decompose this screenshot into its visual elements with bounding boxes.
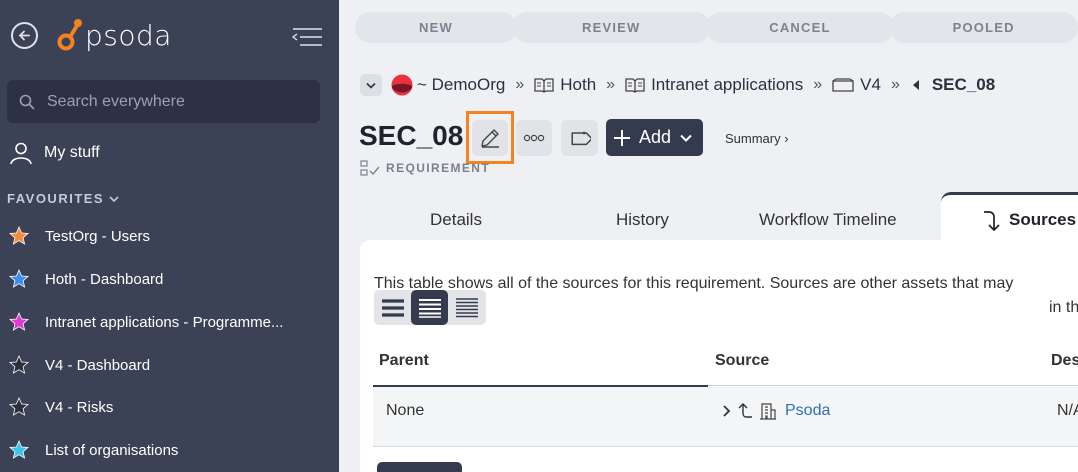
star-icon [9,355,29,374]
tab-workflow-timeline[interactable]: Workflow Timeline [759,210,897,230]
star-icon [9,440,29,459]
chevron-down-icon [366,82,376,89]
stage-new[interactable]: NEW [355,12,517,43]
book-icon [534,78,554,93]
favourite-item[interactable]: V4 - Risks [9,397,309,417]
column-header-description[interactable]: Des [1051,352,1078,370]
breadcrumb-separator: » [606,76,616,93]
tag-icon [570,131,591,146]
tab-details[interactable]: Details [430,210,482,230]
density-normal-button[interactable] [411,290,448,325]
search-icon [19,94,35,110]
favourite-item[interactable]: TestOrg - Users [9,226,309,246]
star-icon [9,226,29,245]
add-button[interactable]: Add [606,119,703,156]
favourites-label: FAVOURITES [7,191,105,206]
breadcrumb-separator: » [515,76,525,93]
favourite-label: List of organisations [45,441,179,459]
breadcrumb-org[interactable]: ~ DemoOrg [417,75,505,95]
building-icon [760,403,776,420]
favourite-item[interactable]: Hoth - Dashboard [9,269,309,289]
more-dots-icon [523,134,545,142]
psoda-logo-mark [57,16,83,54]
type-label-text: REQUIREMENT [386,161,491,175]
rows-compact-icon [455,297,478,317]
requirement-icon [360,160,380,176]
sources-icon [984,211,1000,231]
chevron-down-icon [109,195,119,202]
column-header-source[interactable]: Source [715,352,769,370]
favourite-label: Hoth - Dashboard [45,270,164,288]
add-button-label: Add [639,127,672,147]
org-avatar-icon [391,74,413,96]
collapse-menu-icon[interactable] [291,26,324,48]
favourite-label: V4 - Dashboard [45,356,151,374]
panel-description-cont: in th [1049,299,1078,316]
source-link[interactable]: Psoda [785,402,830,420]
back-button[interactable] [11,22,38,49]
favourite-item[interactable]: V4 - Dashboard [9,355,309,375]
tag-button[interactable] [561,120,598,156]
density-comfortable-button[interactable] [374,290,411,325]
summary-link[interactable]: Summary › [725,131,789,146]
more-options-button[interactable] [516,120,552,156]
breadcrumb: ~ DemoOrg » Hoth » Intranet applications… [360,72,995,98]
table-action-button[interactable] [377,462,462,472]
user-icon [10,142,32,165]
page-title: SEC_08 [359,120,464,151]
breadcrumb-item-v4[interactable]: V4 [860,75,881,95]
sources-panel: This table shows all of the sources for … [360,240,1078,472]
favourites-header[interactable]: FAVOURITES [7,191,119,206]
breadcrumb-separator: » [890,76,900,93]
arrow-left-icon [18,30,30,41]
star-icon [9,312,29,331]
star-icon [9,397,29,416]
rows-normal-icon [418,298,441,318]
search-placeholder: Search everywhere [47,92,185,110]
breadcrumb-dropdown[interactable] [360,74,382,96]
sidebar: psoda Search everywhere My stuff FAVOURI… [0,0,339,472]
favourite-item[interactable]: Intranet applications - Programme... [9,312,309,332]
type-label: REQUIREMENT [360,160,490,176]
density-compact-button[interactable] [448,290,485,325]
edit-button[interactable] [472,119,508,156]
tab-history[interactable]: History [616,210,669,230]
tab-sources[interactable]: Sources [941,192,1078,244]
favourite-item[interactable]: List of organisations [9,440,309,460]
rows-wide-icon [381,298,404,317]
logo-text: psoda [85,18,172,52]
workflow-stages: NEW REVIEW CANCEL POOLED [355,12,1078,43]
project-icon [832,78,854,92]
breadcrumb-separator: » [813,76,823,93]
favourite-label: Intranet applications - Programme... [45,313,284,331]
cell-description: N/A [1057,402,1078,419]
plus-icon [614,129,630,146]
caret-left-icon [912,80,919,90]
favourite-label: V4 - Risks [45,398,114,416]
psoda-logo[interactable]: psoda [57,16,172,54]
favourite-label: TestOrg - Users [45,227,151,245]
breadcrumb-current: SEC_08 [931,75,996,94]
cell-parent: None [386,402,425,419]
cell-source: Psoda [722,402,830,420]
column-header-parent[interactable]: Parent [379,352,429,370]
density-toggle [374,290,486,325]
edit-button-highlight[interactable] [466,111,514,164]
source-arrow-icon [738,403,752,418]
chevron-right-icon[interactable] [722,404,732,418]
breadcrumb-item-intranet[interactable]: Intranet applications [651,75,803,95]
pencil-icon [481,128,499,148]
tab-sources-label: Sources [1009,209,1077,229]
stage-cancel[interactable]: CANCEL [705,12,895,43]
header-divider [708,385,1078,386]
book-icon [625,78,645,93]
my-stuff-label: My stuff [44,144,100,161]
stage-pooled[interactable]: POOLED [889,12,1078,43]
chevron-down-icon [680,134,692,142]
my-stuff-link[interactable]: My stuff [9,141,100,165]
breadcrumb-item-hoth[interactable]: Hoth [560,75,596,95]
search-input[interactable]: Search everywhere [7,80,320,123]
star-icon [9,269,29,288]
stage-review[interactable]: REVIEW [511,12,711,43]
